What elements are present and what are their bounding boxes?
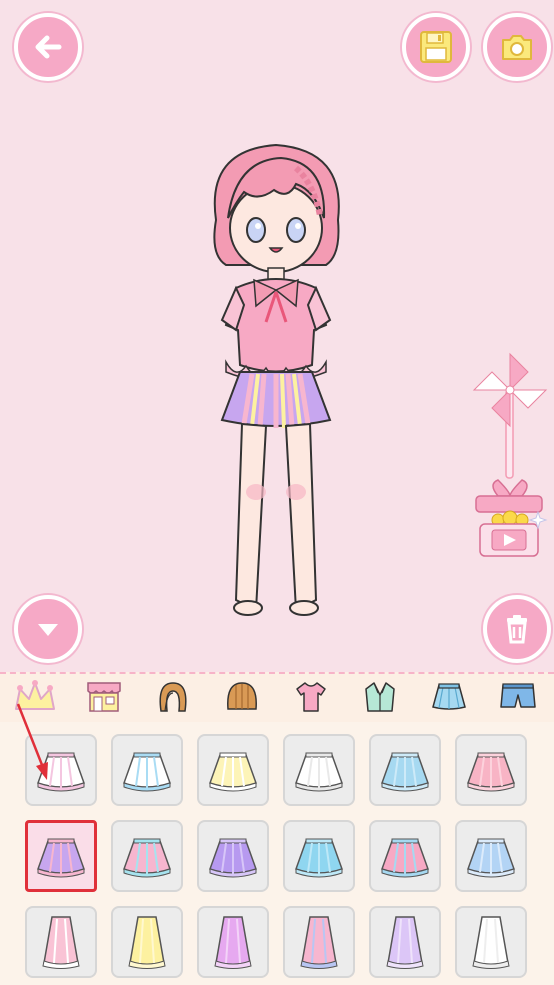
floppy-disk-icon bbox=[418, 29, 454, 65]
yellow-long-skirt-icon bbox=[128, 916, 166, 969]
item-slot-pink-skirt[interactable] bbox=[455, 734, 527, 806]
item-slot-purple-mermaid-skirt[interactable] bbox=[197, 906, 269, 978]
crown-icon bbox=[12, 679, 58, 719]
pinwheel-decoration bbox=[470, 350, 550, 480]
save-button[interactable] bbox=[402, 13, 470, 81]
jacket-icon bbox=[362, 679, 398, 719]
item-slot-blue-flared-skirt[interactable] bbox=[369, 734, 441, 806]
bow-skirt-icon bbox=[123, 752, 171, 792]
arrow-left-icon bbox=[29, 28, 67, 66]
lilac-tutu-skirt-icon bbox=[386, 916, 424, 969]
item-slot-lilac-tutu-skirt[interactable] bbox=[369, 906, 441, 978]
item-slot-white-asymmetric-skirt[interactable] bbox=[283, 734, 355, 806]
category-bar bbox=[0, 672, 554, 726]
front-hair-icon bbox=[224, 679, 260, 719]
back-button[interactable] bbox=[14, 13, 82, 81]
character-avatar bbox=[196, 140, 356, 625]
item-slot-pastel-layer-skirt[interactable] bbox=[111, 820, 183, 892]
camera-icon bbox=[499, 29, 535, 65]
category-jacket[interactable] bbox=[345, 676, 414, 722]
blue-pleated-skirt-icon bbox=[295, 838, 343, 878]
item-slot-rainbow-pleated-skirt[interactable] bbox=[25, 820, 97, 892]
item-slot-bow-skirt[interactable] bbox=[111, 734, 183, 806]
trash-icon bbox=[500, 612, 534, 646]
rainbow-pleated-skirt-icon bbox=[37, 838, 85, 878]
tshirt-icon bbox=[293, 679, 329, 719]
back-hair-icon bbox=[155, 679, 191, 719]
category-back-hair[interactable] bbox=[138, 676, 207, 722]
delete-button[interactable] bbox=[483, 595, 551, 663]
item-slot-pink-long-skirt[interactable] bbox=[25, 906, 97, 978]
item-slot-white-long-skirt[interactable] bbox=[455, 906, 527, 978]
pink-skirt-icon bbox=[467, 752, 515, 792]
white-asymmetric-skirt-icon bbox=[295, 752, 343, 792]
shorts-icon bbox=[499, 681, 537, 717]
item-slot-pink-striped-long-skirt[interactable] bbox=[283, 906, 355, 978]
pink-long-skirt-icon bbox=[42, 916, 80, 969]
purple-flower-skirt-icon bbox=[209, 838, 257, 878]
category-top[interactable] bbox=[276, 676, 345, 722]
item-slot-blue-star-skirt[interactable] bbox=[455, 820, 527, 892]
category-skirt[interactable] bbox=[414, 676, 483, 722]
category-shorts[interactable] bbox=[483, 676, 552, 722]
item-slot-blue-pleated-skirt[interactable] bbox=[283, 820, 355, 892]
category-shop[interactable] bbox=[69, 676, 138, 722]
yellow-button-skirt-icon bbox=[209, 752, 257, 792]
pink-striped-long-skirt-icon bbox=[300, 916, 338, 969]
pastel-layer-skirt-icon bbox=[123, 838, 171, 878]
chevron-down-icon bbox=[31, 612, 65, 646]
lace-skirt-icon bbox=[37, 752, 85, 792]
item-slot-lace-skirt[interactable] bbox=[25, 734, 97, 806]
shop-icon bbox=[84, 679, 124, 719]
skirt-icon bbox=[429, 681, 469, 717]
category-crown[interactable] bbox=[0, 676, 69, 722]
category-front-hair[interactable] bbox=[207, 676, 276, 722]
item-grid bbox=[25, 734, 527, 978]
white-long-skirt-icon bbox=[472, 916, 510, 969]
camera-button[interactable] bbox=[483, 13, 551, 81]
item-panel bbox=[0, 722, 554, 985]
blue-star-skirt-icon bbox=[467, 838, 515, 878]
purple-mermaid-skirt-icon bbox=[214, 916, 252, 969]
item-slot-pink-blue-skirt[interactable] bbox=[369, 820, 441, 892]
pink-blue-skirt-icon bbox=[381, 838, 429, 878]
video-reward-button[interactable] bbox=[472, 474, 548, 560]
dress-up-stage bbox=[0, 0, 554, 672]
blue-flared-skirt-icon bbox=[381, 752, 429, 792]
item-slot-purple-flower-skirt[interactable] bbox=[197, 820, 269, 892]
collapse-button[interactable] bbox=[14, 595, 82, 663]
item-slot-yellow-long-skirt[interactable] bbox=[111, 906, 183, 978]
item-slot-yellow-button-skirt[interactable] bbox=[197, 734, 269, 806]
